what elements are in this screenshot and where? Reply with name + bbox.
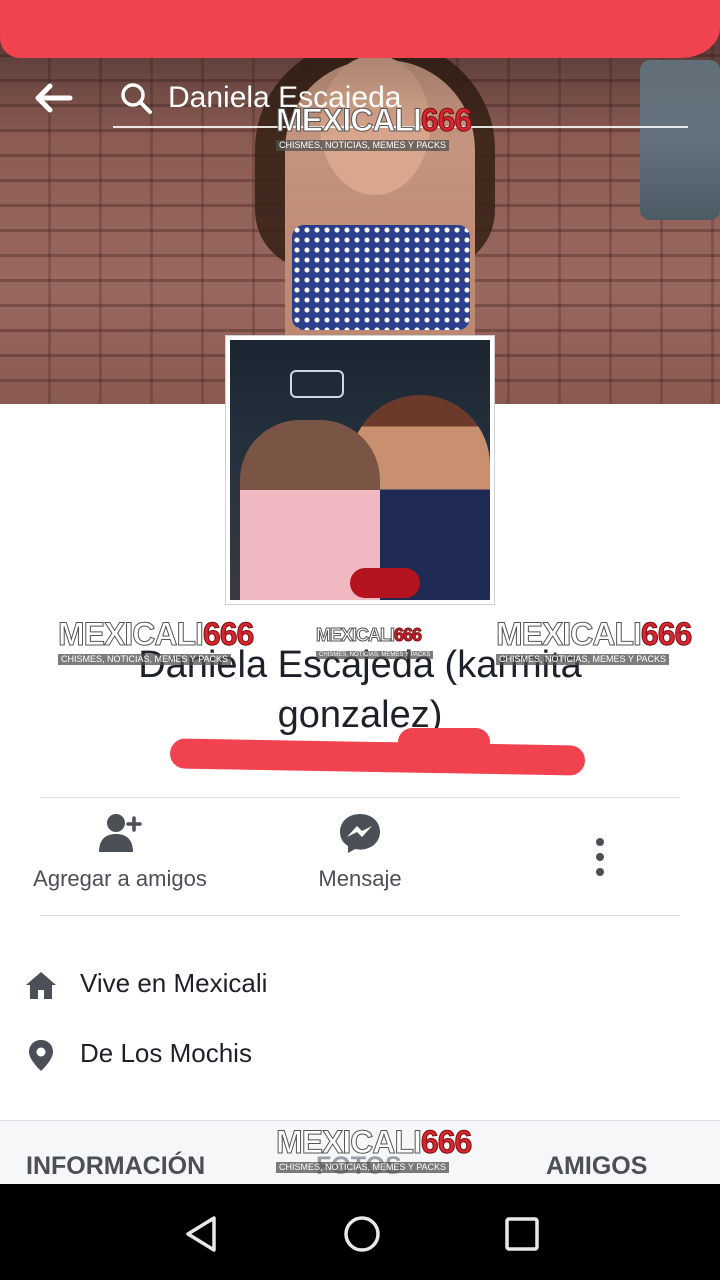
- tab-informacion[interactable]: INFORMACIÓN: [26, 1152, 205, 1181]
- nav-home-button[interactable]: [340, 1212, 384, 1256]
- back-arrow-icon: [35, 83, 73, 113]
- redaction-mark-name: [169, 738, 586, 776]
- watermark-logo-bottom: MEXICALI666 CHISMES, NOTICIAS, MEMES Y P…: [276, 1124, 473, 1173]
- divider-bottom: [40, 915, 680, 916]
- search-icon[interactable]: [118, 80, 154, 116]
- back-button[interactable]: [30, 78, 80, 118]
- nav-back-icon: [186, 1216, 216, 1252]
- message-button[interactable]: Mensaje: [270, 812, 450, 902]
- profile-picture[interactable]: [225, 335, 495, 605]
- more-vertical-icon: [596, 838, 604, 876]
- location-pin-icon: [29, 1040, 53, 1071]
- more-options-button[interactable]: [585, 836, 615, 880]
- message-label: Mensaje: [318, 866, 402, 891]
- cover-figure-top: [292, 225, 470, 330]
- divider-top: [40, 797, 680, 798]
- home-icon: [26, 972, 56, 999]
- watermark-logo-center: MEXICALI666 CHISMES, NOTICIAS, MEMES Y P…: [315, 626, 434, 660]
- profile-roses: [350, 568, 420, 598]
- tab-amigos[interactable]: AMIGOS: [546, 1152, 647, 1181]
- watermark-logo: MEXICALI666 CHISMES, NOTICIAS, MEMES Y P…: [276, 102, 473, 151]
- messenger-icon: [340, 814, 380, 853]
- nav-recents-button[interactable]: [500, 1212, 544, 1256]
- nav-back-button[interactable]: [180, 1212, 224, 1256]
- add-friend-label: Agregar a amigos: [33, 866, 207, 891]
- add-friend-button[interactable]: Agregar a amigos: [20, 812, 220, 902]
- info-lives-in[interactable]: Vive en Mexicali: [24, 962, 424, 1012]
- redaction-mark-top: [0, 0, 720, 58]
- watermark-logo-right: MEXICALI666 CHISMES, NOTICIAS, MEMES Y P…: [496, 616, 693, 665]
- info-lives-in-text: Vive en Mexicali: [80, 968, 268, 998]
- profile-bg-sign: [290, 370, 344, 398]
- info-from-text: De Los Mochis: [80, 1038, 252, 1068]
- system-nav-bar: [0, 1184, 720, 1280]
- nav-recents-icon: [505, 1217, 539, 1251]
- watermark-logo-left: MEXICALI666 CHISMES, NOTICIAS, MEMES Y P…: [58, 616, 255, 665]
- add-friend-icon: [99, 814, 142, 852]
- redaction-mark-name-blob: [398, 728, 490, 756]
- info-from[interactable]: De Los Mochis: [24, 1032, 424, 1082]
- nav-home-icon: [344, 1216, 380, 1252]
